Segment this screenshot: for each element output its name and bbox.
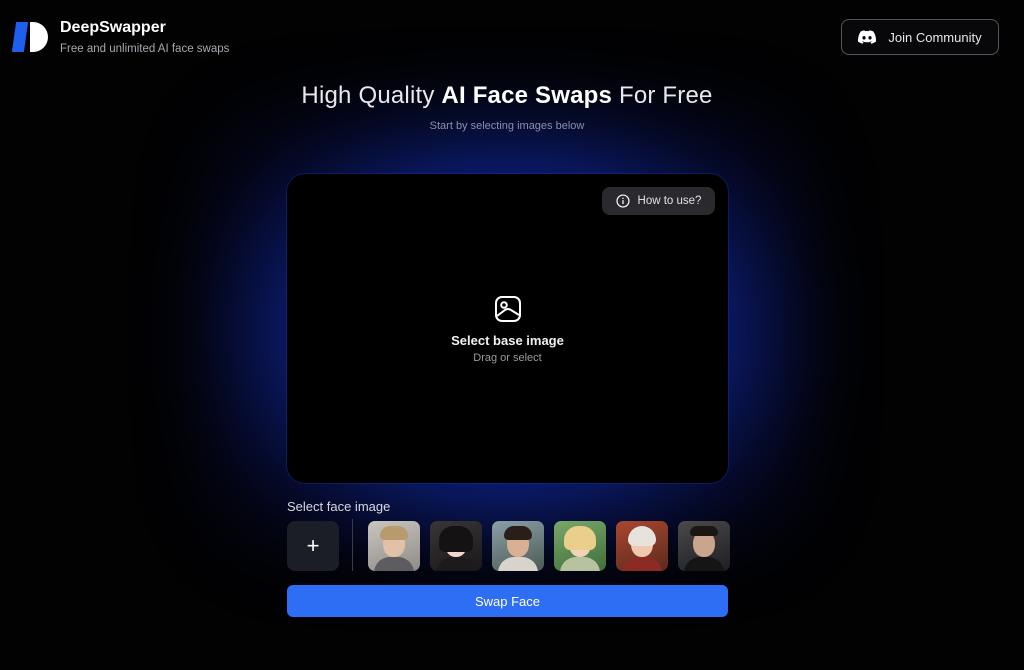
discord-icon [858,30,877,44]
brand[interactable]: DeepSwapper Free and unlimited AI face s… [11,18,230,57]
face-thumbnail-list [368,521,730,571]
face-thumbnail-2[interactable] [430,521,482,571]
face-thumbnail-1[interactable] [368,521,420,571]
face-thumbnail-6[interactable] [678,521,730,571]
how-to-use-button[interactable]: How to use? [602,187,715,215]
dropzone-title: Select base image [451,333,564,348]
page-title: High Quality AI Face Swaps For Free [301,82,713,109]
page-subtitle: Start by selecting images below [429,120,585,132]
swap-face-button[interactable]: Swap Face [287,585,728,617]
plus-icon: + [306,533,320,558]
face-thumbnail-5[interactable] [616,521,668,571]
dropzone-hint: Drag or select [473,352,542,364]
image-icon [494,296,521,322]
face-thumbnail-3[interactable] [492,521,544,571]
add-face-button[interactable]: + [287,521,339,571]
face-thumbnail-4[interactable] [554,521,606,571]
info-icon [615,194,630,208]
brand-name: DeepSwapper [60,19,166,36]
join-community-label: Join Community [888,29,982,45]
divider [352,519,353,571]
face-select-label: Select face image [287,499,391,514]
brand-tagline: Free and unlimited AI face swaps [60,43,230,55]
dropzone-prompt: Select base image Drag or select [287,294,728,364]
base-image-dropzone[interactable]: How to use? Select base image Drag or se… [287,174,728,483]
logo-icon [11,20,48,54]
join-community-button[interactable]: Join Community [841,19,999,55]
page: DeepSwapper Free and unlimited AI face s… [0,0,1024,670]
how-to-use-label: How to use? [637,195,702,207]
